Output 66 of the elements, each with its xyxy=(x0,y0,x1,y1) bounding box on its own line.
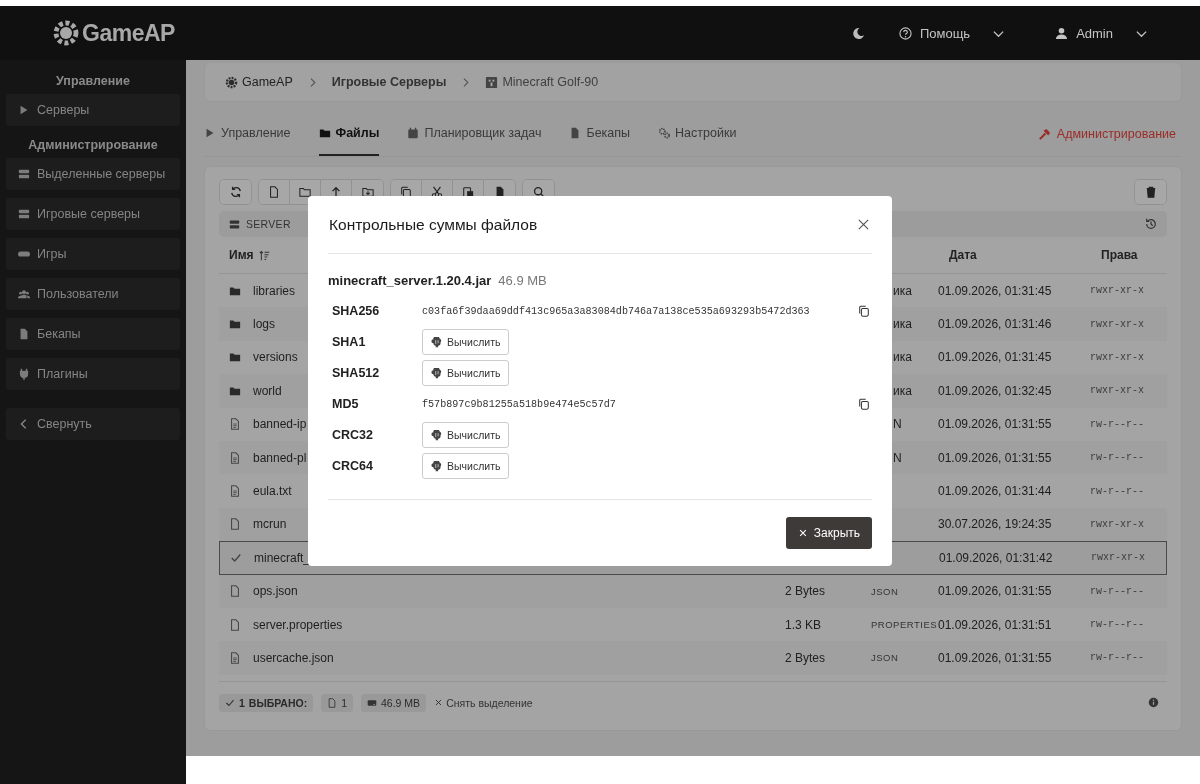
file-type: N xyxy=(893,417,902,432)
file-name: world xyxy=(253,383,282,398)
algorithm-label: MD5 xyxy=(332,397,360,411)
file-name: ops.json xyxy=(253,584,298,599)
file-name: banned-ip xyxy=(253,417,307,432)
file-date: 01.09.2026, 01:31:55 xyxy=(938,584,1052,599)
checksum-value: c03fa6f39daa69ddf413c965a3a83084db746a7a138ce535a693293b5472d363 xyxy=(422,305,811,317)
algorithm-label: CRC32 xyxy=(332,428,374,442)
file-size: 2 Bytes xyxy=(785,651,826,665)
file-type: JSON xyxy=(871,652,899,664)
dialog-title: Контрольные суммы файлов xyxy=(329,215,538,234)
file-name: usercache.json xyxy=(253,651,334,665)
file-name: banned-pl xyxy=(253,450,307,465)
file-permissions: rwxr-xr-x xyxy=(1090,518,1144,530)
file-permissions: rw-r--r-- xyxy=(1090,418,1144,430)
file-permissions: rw-r--r-- xyxy=(1090,619,1144,631)
file-permissions: rw-r--r-- xyxy=(1090,452,1144,464)
file-name: eula.txt xyxy=(253,484,292,499)
file-name: logs xyxy=(253,317,275,332)
file-date: 01.09.2026, 01:31:46 xyxy=(938,317,1052,332)
file-permissions: rw-r--r-- xyxy=(1090,652,1144,664)
file-name: minecraft_server.1.20.4.jar xyxy=(328,273,492,288)
file-date: 01.09.2026, 01:31:45 xyxy=(938,350,1052,365)
file-date: 01.09.2026, 01:31:55 xyxy=(938,450,1052,465)
file-date: 01.09.2026, 01:32:45 xyxy=(938,383,1052,398)
file-type: ика xyxy=(893,317,912,332)
file-type: ика xyxy=(893,283,912,298)
sidebar-heading: Управление xyxy=(55,73,131,90)
file-permissions: rw-r--r-- xyxy=(1090,485,1144,497)
file-permissions: rw-r--r-- xyxy=(1090,585,1144,597)
file-name: versions xyxy=(253,350,298,365)
file-permissions: rwxr-xr-x xyxy=(1090,351,1144,363)
file-size: 46.9 MB xyxy=(498,273,547,288)
file-type: ика xyxy=(893,383,912,398)
file-date: 01.09.2026, 01:31:45 xyxy=(938,283,1052,298)
algorithm-label: SHA256 xyxy=(332,304,381,318)
file-permissions: rwxr-xr-x xyxy=(1090,285,1144,297)
file-date: 01.09.2026, 01:31:51 xyxy=(938,617,1052,632)
path-text: SERVER xyxy=(246,218,291,230)
file-name: server.properties xyxy=(253,617,343,632)
file-size: 1.3 KB xyxy=(785,617,822,632)
file-type: JSON xyxy=(871,585,899,597)
file-date: 01.09.2026, 01:31:44 xyxy=(938,484,1052,499)
logo-text: GameAP xyxy=(82,19,175,47)
algorithm-label: SHA1 xyxy=(332,335,367,349)
checksum-value: f57b897c9b81255a518b9e474e5c57d7 xyxy=(422,398,617,410)
file-date: 01.09.2026, 01:31:42 xyxy=(939,550,1053,565)
file-permissions: rwxr-xr-x xyxy=(1090,385,1144,397)
file-name: mcrun xyxy=(253,517,287,532)
file-date: 30.07.2026, 19:24:35 xyxy=(938,517,1052,532)
file-count: 1 xyxy=(341,696,347,709)
file-size: 2 Bytes xyxy=(785,584,826,599)
algorithm-label: SHA512 xyxy=(332,366,381,380)
file-permissions: rwxr-xr-x xyxy=(1090,318,1144,330)
file-type: PROPERTIES xyxy=(871,619,938,631)
selected-count: 1 xyxy=(239,696,245,709)
file-date: 01.09.2026, 01:31:55 xyxy=(938,651,1052,665)
selected-label: ВЫБРАНО: xyxy=(248,696,308,709)
algorithm-label: CRC64 xyxy=(332,459,374,473)
file-date: 01.09.2026, 01:31:55 xyxy=(938,417,1052,432)
sidebar-heading: Администрирование xyxy=(27,137,159,154)
file-permissions: rwxr-xr-x xyxy=(1091,552,1145,564)
selected-size: 46.9 MB xyxy=(381,696,421,709)
file-type: ика xyxy=(893,350,912,365)
file-name: libraries xyxy=(253,283,295,298)
file-type: N xyxy=(893,450,902,465)
